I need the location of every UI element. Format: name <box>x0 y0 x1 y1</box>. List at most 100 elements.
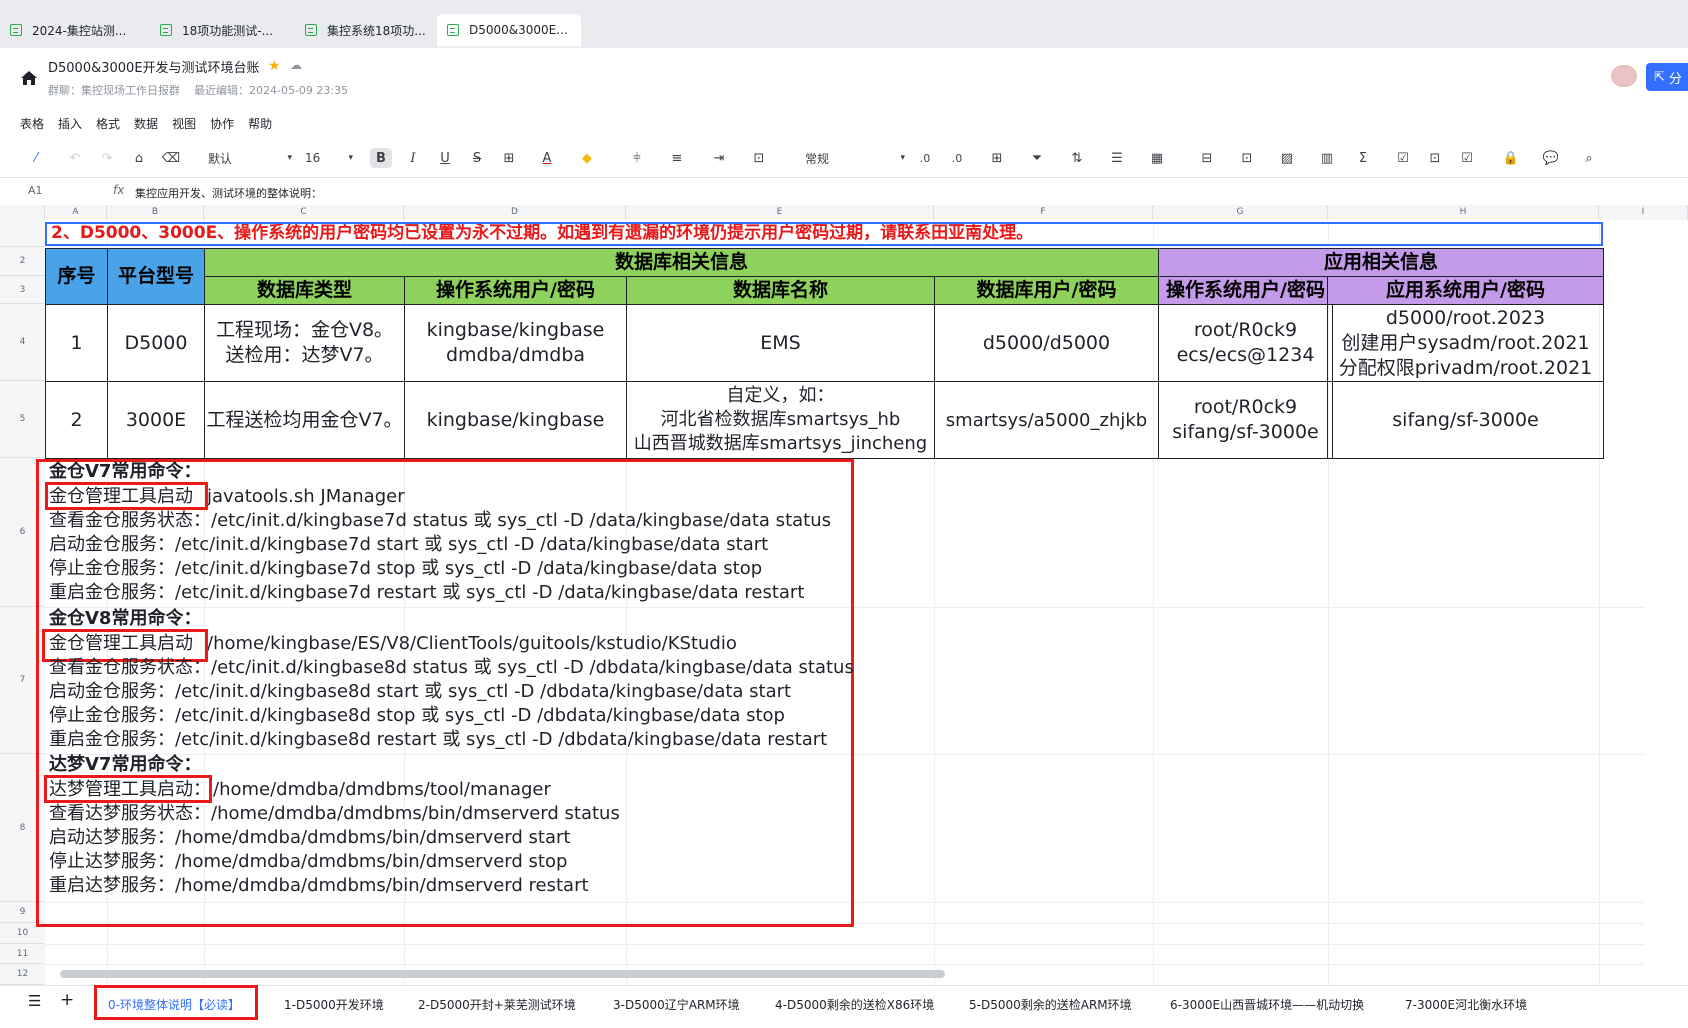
column-header[interactable]: F <box>934 205 1153 220</box>
cell-platform[interactable]: D5000 <box>107 304 205 382</box>
cell-app-os-user[interactable]: root/R0ck9 ecs/ecs@1234 <box>1158 304 1333 382</box>
column-header[interactable]: H <box>1328 205 1599 220</box>
cell-os-user[interactable]: kingbase/kingbase dmdba/dmdba <box>404 304 627 382</box>
horizontal-scrollbar[interactable] <box>60 970 945 978</box>
font-select[interactable]: 默认 ▾ <box>208 148 292 168</box>
corner-header[interactable] <box>0 205 45 220</box>
cell-db-user[interactable]: d5000/d5000 <box>934 304 1159 382</box>
menu-item-format[interactable]: 格式 <box>96 115 120 133</box>
menu-item-data[interactable]: 数据 <box>134 115 158 133</box>
column-header[interactable]: A <box>45 205 107 220</box>
group-link[interactable]: 群聊：集控现场工作日报群 <box>48 84 180 97</box>
header-platform[interactable]: 平台型号 <box>107 248 205 305</box>
decimal-decrease-icon[interactable]: .0 <box>946 148 968 168</box>
column-header[interactable]: E <box>626 205 934 220</box>
row-header[interactable]: 2 <box>0 247 45 276</box>
browser-tab[interactable]: 2024-集控站测... <box>0 14 150 46</box>
cell-db-name[interactable]: 自定义，如： 河北省检数据库smartsys_hb 山西晋城数据库smartsys_… <box>626 381 935 459</box>
border-icon[interactable]: ⊞ <box>498 148 520 168</box>
conditional-format-icon[interactable]: ☰ <box>1106 148 1128 168</box>
horizontal-align-icon[interactable]: ≡ <box>666 148 688 168</box>
menu-item-insert[interactable]: 插入 <box>58 115 82 133</box>
vertical-align-icon[interactable]: ⫩ <box>626 148 648 168</box>
cell-app-os-user[interactable]: root/R0ck9 sifang/sf-3000e <box>1158 381 1333 459</box>
strikethrough-button[interactable]: S <box>466 148 488 168</box>
column-header[interactable]: B <box>107 205 204 220</box>
cell-platform[interactable]: 3000E <box>107 381 205 459</box>
formula-input[interactable]: 集控应用开发、测试环境的整体说明： <box>135 185 322 201</box>
magic-wand-icon[interactable]: ⁄ <box>25 148 47 168</box>
menu-item-view[interactable]: 视图 <box>172 115 196 133</box>
sheet-tab-6[interactable]: 6-3000E山西晋城环境——机动切换 <box>1170 996 1364 1013</box>
row-header[interactable]: 3 <box>0 276 45 304</box>
cell-db-type[interactable]: 工程现场：金仓V8。 送检用：达梦V7。 <box>204 304 405 382</box>
browser-tab-active[interactable]: D5000&3000E... <box>437 14 581 46</box>
share-button[interactable]: ⇱ 分 <box>1646 63 1688 91</box>
browser-tab[interactable]: 18项功能测试-... <box>150 14 295 46</box>
sum-icon[interactable]: Σ <box>1352 148 1374 168</box>
filter-icon[interactable]: ⏷ <box>1026 148 1048 168</box>
row-header[interactable]: 4 <box>0 304 45 381</box>
search-icon[interactable]: ⌕ <box>1578 148 1600 168</box>
row-header[interactable] <box>0 220 45 247</box>
cell-reference[interactable]: A1 <box>28 184 43 197</box>
format-painter-icon[interactable]: ⌂ <box>128 148 150 168</box>
star-icon[interactable]: ★ <box>268 58 281 74</box>
comment-icon[interactable]: 💬 <box>1540 148 1562 168</box>
undo-icon[interactable]: ↶ <box>64 148 86 168</box>
column-header[interactable]: G <box>1153 205 1328 220</box>
form-icon[interactable]: ⊡ <box>1236 148 1258 168</box>
decimal-increase-icon[interactable]: .0 <box>914 148 936 168</box>
column-header[interactable]: D <box>404 205 626 220</box>
text-wrap-icon[interactable]: ⇥ <box>708 148 730 168</box>
sheet-list-icon[interactable]: ☰ <box>28 992 41 1010</box>
image-icon[interactable]: ▨ <box>1276 148 1298 168</box>
header-app-os-user[interactable]: 操作系统用户/密码 <box>1158 276 1333 305</box>
sheet-tab-7[interactable]: 7-3000E河北衡水环境 <box>1405 996 1527 1013</box>
header-app-group[interactable]: 应用相关信息 <box>1158 248 1604 277</box>
freeze-icon[interactable]: ⊞ <box>986 148 1008 168</box>
header-db-user[interactable]: 数据库用户/密码 <box>934 276 1159 305</box>
cell-db-name[interactable]: EMS <box>626 304 935 382</box>
header-seq[interactable]: 序号 <box>45 248 108 305</box>
cell-os-user[interactable]: kingbase/kingbase <box>404 381 627 459</box>
menu-item-table[interactable]: 表格 <box>20 115 44 133</box>
redo-icon[interactable]: ↷ <box>96 148 118 168</box>
sort-icon[interactable]: ⇅ <box>1066 148 1088 168</box>
menu-item-collab[interactable]: 协作 <box>210 115 234 133</box>
column-header[interactable]: C <box>204 205 404 220</box>
checkbox-icon[interactable]: ☑ <box>1392 148 1414 168</box>
fill-color-icon[interactable]: ◆ <box>576 148 598 168</box>
sheet-tab-4[interactable]: 4-D5000剩余的送检X86环境 <box>775 996 934 1013</box>
font-size-select[interactable]: 16 ▾ <box>305 148 353 168</box>
menu-item-help[interactable]: 帮助 <box>248 115 272 133</box>
italic-button[interactable]: I <box>402 148 424 168</box>
add-sheet-icon[interactable]: + <box>60 990 74 1010</box>
row-header[interactable]: 12 <box>0 964 45 985</box>
header-db-type[interactable]: 数据库类型 <box>204 276 405 305</box>
avatar[interactable] <box>1611 65 1637 87</box>
cell-app-user[interactable]: sifang/sf-3000e <box>1327 381 1604 459</box>
header-db-group[interactable]: 数据库相关信息 <box>204 248 1159 277</box>
header-os-user[interactable]: 操作系统用户/密码 <box>404 276 627 305</box>
table-style-icon[interactable]: ▦ <box>1146 148 1168 168</box>
home-icon[interactable] <box>20 70 38 86</box>
cell-seq[interactable]: 1 <box>45 304 108 382</box>
number-format-select[interactable]: 常规 ▾ <box>805 148 905 168</box>
lock-icon[interactable]: 🔒 <box>1500 148 1522 168</box>
sheet-tab-1[interactable]: 1-D5000开发环境 <box>284 996 384 1013</box>
dropdown-list-icon[interactable]: ⊡ <box>1424 148 1446 168</box>
merge-cells-icon[interactable]: ⊡ <box>748 148 770 168</box>
column-header[interactable]: I <box>1599 205 1688 220</box>
doc-title[interactable]: D5000&3000E开发与测试环境台账 <box>48 57 260 76</box>
cell-db-type[interactable]: 工程送检均用金仓V7。 <box>204 381 405 459</box>
cell-db-user[interactable]: smartsys/a5000_zhjkb <box>934 381 1159 459</box>
row-header[interactable]: 5 <box>0 381 45 458</box>
cell-app-user[interactable]: d5000/root.2023 创建用户sysadm/root.2021 分配权限p… <box>1327 304 1604 382</box>
validation-icon[interactable]: ☑ <box>1456 148 1478 168</box>
row-header[interactable]: 11 <box>0 944 45 964</box>
pivot-icon[interactable]: ⊟ <box>1196 148 1218 168</box>
chart-icon[interactable]: ▥ <box>1316 148 1338 168</box>
sheet-tab-2[interactable]: 2-D5000开封+莱芜测试环境 <box>418 996 576 1013</box>
sheet-tab-0[interactable]: 0-环境整体说明【必读】 <box>108 996 240 1013</box>
